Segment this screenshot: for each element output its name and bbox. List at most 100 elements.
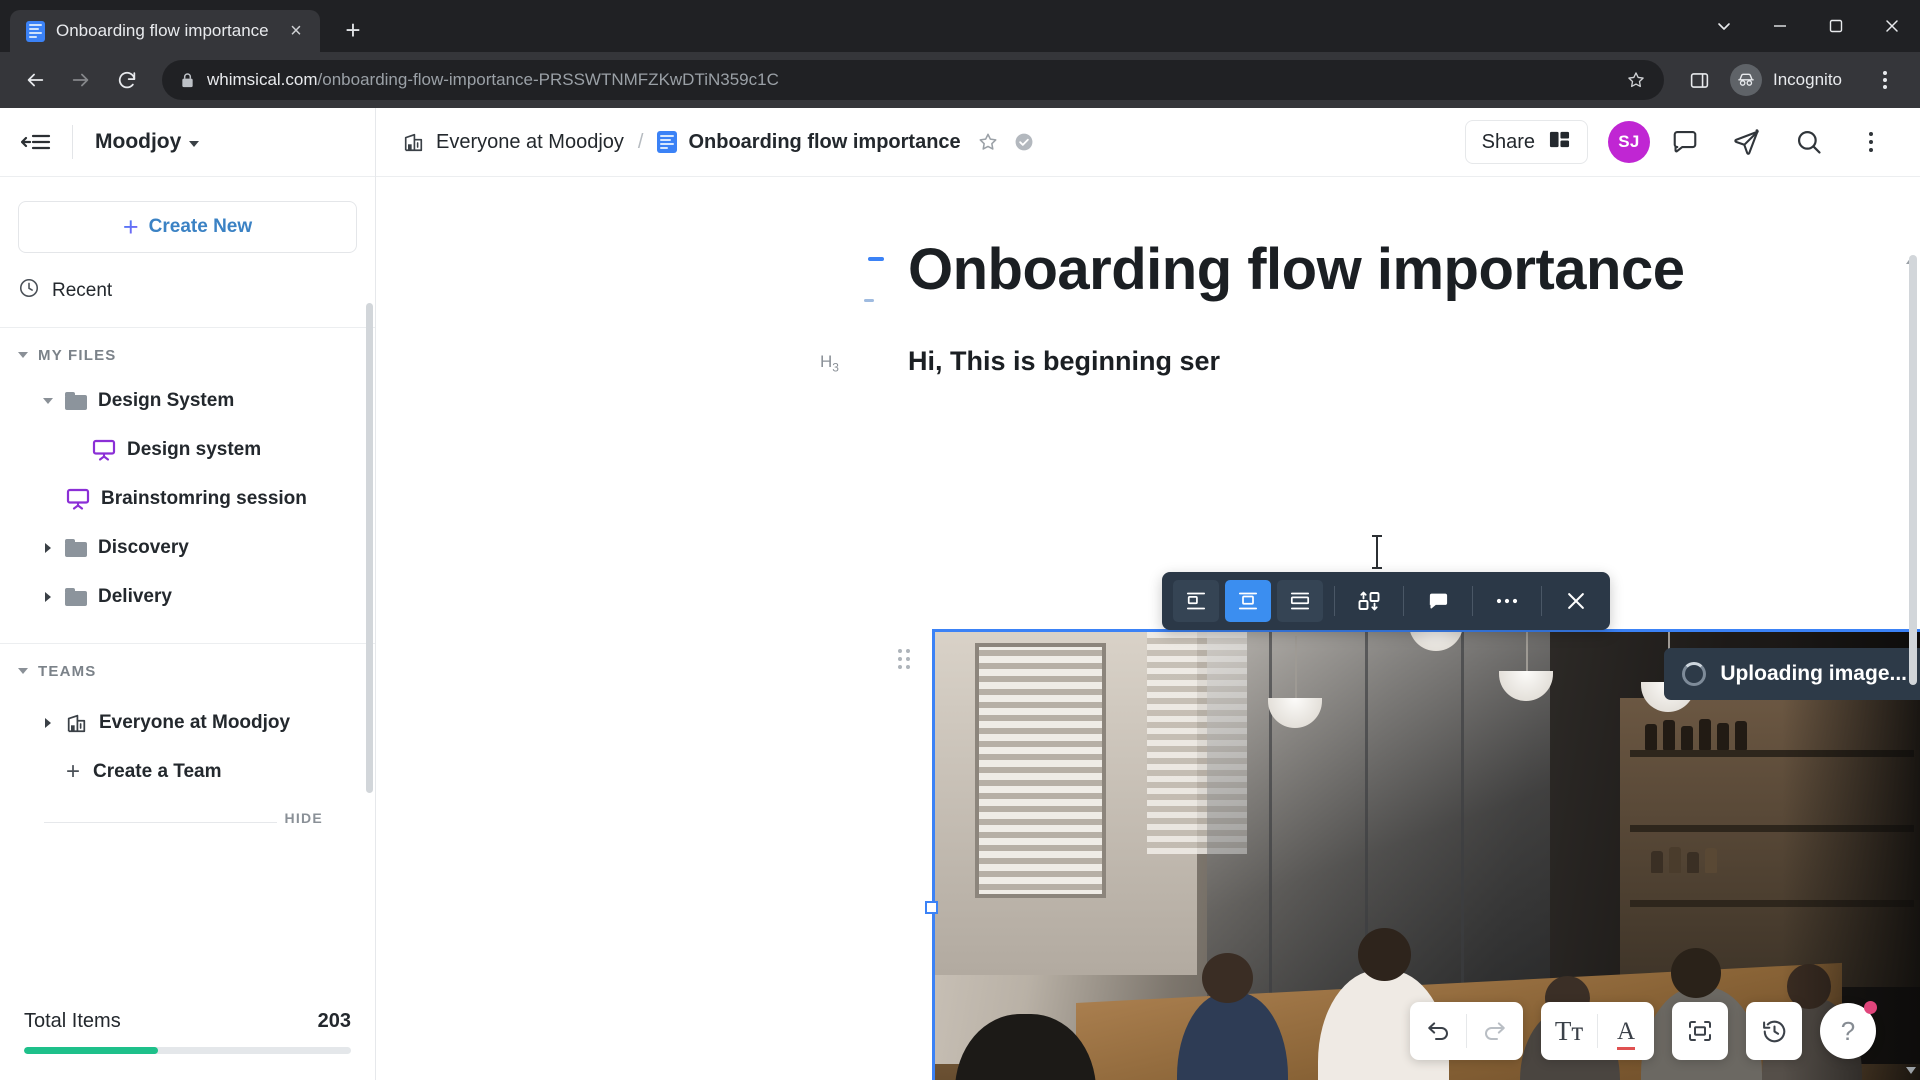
forward-button[interactable] <box>60 59 102 101</box>
sidebar-item-everyone-at-moodjoy[interactable]: Everyone at Moodjoy <box>0 698 375 747</box>
divider <box>1403 586 1404 616</box>
text-color-label: A <box>1616 1017 1636 1050</box>
version-history-group <box>1746 1002 1802 1060</box>
sidebar-item-discovery-folder[interactable]: Discovery <box>0 523 375 572</box>
sidebar-scrollbar[interactable] <box>366 303 373 793</box>
text-size-button[interactable]: Tт <box>1541 1002 1597 1060</box>
more-vertical-icon[interactable] <box>1844 115 1898 169</box>
redo-icon[interactable] <box>1467 1002 1523 1060</box>
text-cursor <box>1372 535 1382 569</box>
chevron-down-icon <box>18 352 28 358</box>
block-drag-handle[interactable] <box>898 649 914 671</box>
minimize-icon[interactable] <box>1752 0 1808 52</box>
new-tab-button[interactable]: + <box>334 11 372 49</box>
usage-meter <box>24 1047 351 1054</box>
collapse-sidebar-icon[interactable] <box>0 108 72 177</box>
heading-text[interactable]: Hi, This is beginning ser <box>856 346 1220 377</box>
team-icon <box>65 712 88 734</box>
disclosure-triangle[interactable] <box>42 542 54 553</box>
create-new-button[interactable]: + Create New <box>18 201 357 253</box>
canvas-scrollbar[interactable] <box>1909 255 1917 685</box>
sidebar-item-design-system-board[interactable]: Design system <box>0 425 375 474</box>
ellipsis-icon[interactable] <box>1484 580 1530 622</box>
hide-label[interactable]: HIDE <box>276 810 331 826</box>
sidebar-item-recent[interactable]: Recent <box>0 267 375 315</box>
close-icon[interactable]: × <box>282 17 310 45</box>
folder-icon <box>65 391 87 410</box>
version-history-icon[interactable] <box>1746 1002 1802 1060</box>
sidebar-section-my-files[interactable]: MY FILES <box>0 334 375 376</box>
share-label: Share <box>1481 130 1535 153</box>
gutter-marker <box>864 299 874 302</box>
breadcrumb-document-label: Onboarding flow importance <box>688 130 961 153</box>
fit-to-screen-group <box>1672 1002 1728 1060</box>
window-close-icon[interactable] <box>1864 0 1920 52</box>
help-button[interactable]: ? <box>1820 1001 1877 1059</box>
url-text: whimsical.com/onboarding-flow-importance… <box>207 70 1614 90</box>
search-icon[interactable] <box>1782 115 1836 169</box>
tree-label: Everyone at Moodjoy <box>99 711 291 733</box>
text-size-label: Tт <box>1554 1015 1584 1046</box>
document-canvas[interactable]: Onboarding flow importance H3 Hi, This i… <box>376 177 1920 1080</box>
breadcrumb-team[interactable]: Everyone at Moodjoy <box>402 131 624 154</box>
workspace-name: Moodjoy <box>95 130 182 153</box>
disclosure-triangle[interactable] <box>42 397 54 404</box>
sidebar-section-teams[interactable]: TEAMS <box>0 650 375 692</box>
comment-icon[interactable] <box>1658 115 1712 169</box>
workspace-switcher[interactable]: Moodjoy <box>73 130 200 154</box>
disclosure-triangle[interactable] <box>42 591 54 602</box>
reload-button[interactable] <box>106 59 148 101</box>
incognito-profile-button[interactable]: Incognito <box>1724 60 1860 100</box>
scroll-down-arrow[interactable] <box>1906 1067 1916 1074</box>
side-panel-icon[interactable] <box>1678 59 1720 101</box>
main-area: Everyone at Moodjoy / Onboarding flow im… <box>376 108 1920 1080</box>
image-format-toolbar[interactable] <box>1162 572 1610 630</box>
heading-row: H3 Hi, This is beginning ser <box>820 346 1920 377</box>
text-color-button[interactable]: A <box>1598 1002 1654 1060</box>
replace-swap-icon[interactable] <box>1346 580 1392 622</box>
breadcrumb-separator: / <box>637 130 644 153</box>
url-domain: whimsical.com <box>207 70 318 89</box>
sidebar-item-delivery-folder[interactable]: Delivery <box>0 572 375 621</box>
star-icon[interactable] <box>977 131 999 153</box>
page-title[interactable]: Onboarding flow importance <box>856 237 1920 304</box>
divider <box>0 643 375 644</box>
chevron-down-icon[interactable] <box>1696 0 1752 52</box>
share-board-icon <box>1548 129 1571 156</box>
url-bar[interactable]: whimsical.com/onboarding-flow-importance… <box>162 60 1664 100</box>
undo-icon[interactable] <box>1410 1002 1466 1060</box>
back-button[interactable] <box>14 59 56 101</box>
disclosure-triangle[interactable] <box>42 717 54 728</box>
breadcrumb-team-label: Everyone at Moodjoy <box>436 130 624 153</box>
chevron-down-icon <box>18 668 28 674</box>
tree-label: Discovery <box>98 536 189 558</box>
send-icon[interactable] <box>1720 115 1774 169</box>
browser-window: Onboarding flow importance × + whimsical… <box>0 0 1920 1080</box>
breadcrumb-document[interactable]: Onboarding flow importance <box>657 130 961 154</box>
maximize-icon[interactable] <box>1808 0 1864 52</box>
image-align-left-icon[interactable] <box>1173 580 1219 622</box>
sidebar-header: Moodjoy <box>0 108 375 177</box>
divider <box>1541 586 1542 616</box>
avatar[interactable]: SJ <box>1608 121 1650 163</box>
plus-icon: + <box>66 757 81 785</box>
create-a-team-button[interactable]: + Create a Team <box>0 747 375 796</box>
canvas-bottom-toolbar[interactable]: Tт A ? <box>1410 1001 1877 1060</box>
usage-meter-fill <box>24 1047 159 1054</box>
browser-tab[interactable]: Onboarding flow importance × <box>10 10 320 52</box>
sidebar-item-design-system-folder[interactable]: Design System <box>0 376 375 425</box>
image-full-width-icon[interactable] <box>1277 580 1323 622</box>
close-icon[interactable] <box>1553 580 1599 622</box>
fit-to-screen-icon[interactable] <box>1672 1002 1728 1060</box>
browser-menu-icon[interactable] <box>1864 59 1906 101</box>
document-icon <box>26 20 45 42</box>
bookmark-star-icon[interactable] <box>1626 70 1654 90</box>
comment-icon[interactable] <box>1415 580 1461 622</box>
tab-title: Onboarding flow importance <box>56 21 269 40</box>
create-team-label: Create a Team <box>93 760 222 782</box>
sidebar-item-brainstorming-session-board[interactable]: Brainstomring session <box>0 474 375 523</box>
folder-icon <box>65 587 87 606</box>
image-align-center-icon[interactable] <box>1225 580 1271 622</box>
share-button[interactable]: Share <box>1464 120 1588 164</box>
selection-handle-left[interactable] <box>925 901 938 914</box>
